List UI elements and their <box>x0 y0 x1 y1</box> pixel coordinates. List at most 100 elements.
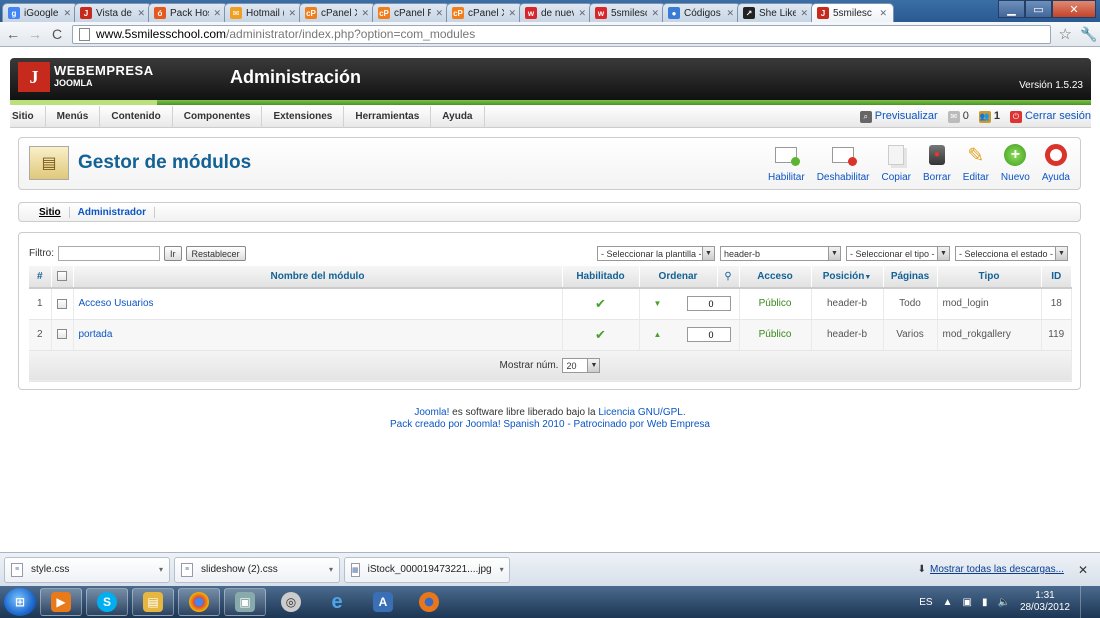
module-name-link[interactable]: Acceso Usuarios <box>73 288 563 320</box>
network-icon[interactable]: ▣ <box>963 597 972 608</box>
show-number-select[interactable]: 20 ▼ <box>562 358 601 373</box>
taskbar-circle-app[interactable]: ◎ <box>270 588 312 616</box>
tab-close-icon[interactable]: ✕ <box>578 8 586 19</box>
chevron-down-icon[interactable]: ▾ <box>329 565 333 574</box>
tray-expand-icon[interactable]: ▲ <box>943 597 953 608</box>
col-pages[interactable]: Páginas <box>883 266 938 289</box>
chevron-down-icon[interactable]: ▾ <box>500 565 504 574</box>
col-id[interactable]: ID <box>1041 266 1072 289</box>
language-indicator[interactable]: ES <box>919 597 932 608</box>
order-input[interactable]: 0 <box>686 327 731 342</box>
wrench-icon[interactable]: 🔧 <box>1080 26 1097 43</box>
menu-item-sitio[interactable]: Sitio <box>10 105 46 128</box>
tab-close-icon[interactable]: ✕ <box>361 8 369 19</box>
col-order[interactable]: Ordenar <box>639 266 718 289</box>
tab-close-icon[interactable]: ✕ <box>651 8 659 19</box>
start-button[interactable]: ⊞ <box>4 588 36 616</box>
preview-link[interactable]: ⌕ Previsualizar <box>859 110 938 123</box>
browser-tab[interactable]: ✉ Hotmail (✕ <box>224 3 303 22</box>
module-name-link[interactable]: portada <box>73 319 563 351</box>
toolbar-copiar-button[interactable]: Copiar <box>876 143 917 183</box>
menu-item-contenido[interactable]: Contenido <box>100 105 173 128</box>
tab-close-icon[interactable]: ✕ <box>435 8 443 19</box>
template-select[interactable]: - Seleccionar la plantilla - ▼ <box>597 246 715 261</box>
state-select[interactable]: - Selecciona el estado - ▼ <box>955 246 1068 261</box>
tab-close-icon[interactable]: ✕ <box>288 8 296 19</box>
close-shelf-icon[interactable]: ✕ <box>1078 563 1088 577</box>
tab-close-icon[interactable]: ✕ <box>137 8 145 19</box>
col-type[interactable]: Tipo <box>937 266 1042 289</box>
browser-tab[interactable]: g iGoogle ✕ <box>2 3 78 22</box>
col-access[interactable]: Acceso <box>739 266 812 289</box>
back-icon[interactable]: ← <box>6 26 20 42</box>
toolbar-borrar-button[interactable]: ● Borrar <box>917 143 957 183</box>
submenu-item-administrador[interactable]: Administrador <box>70 206 156 218</box>
browser-tab[interactable]: ó Pack Host ✕ <box>148 3 228 22</box>
tab-close-icon[interactable]: ✕ <box>800 8 808 19</box>
browser-tab[interactable]: ● Códigos c ✕ <box>662 3 741 22</box>
menu-item-componentes[interactable]: Componentes <box>173 105 263 128</box>
tab-close-icon[interactable]: ✕ <box>508 8 516 19</box>
browser-tab[interactable]: cP cPanel Fil ✕ <box>372 3 450 22</box>
taskbar-media-player[interactable]: ▶ <box>40 588 82 616</box>
tab-close-icon[interactable]: ✕ <box>213 8 221 19</box>
col-enabled[interactable]: Habilitado <box>562 266 640 289</box>
users-online[interactable]: 👥 1 <box>978 110 1000 123</box>
clock[interactable]: 1:31 28/03/2012 <box>1020 590 1070 614</box>
filter-input[interactable] <box>58 246 160 261</box>
order-down-icon[interactable]: ▼ <box>654 299 662 308</box>
taskbar-chrome[interactable] <box>178 588 220 616</box>
col-name[interactable]: Nombre del módulo <box>73 266 563 289</box>
check-all-checkbox[interactable] <box>57 271 67 282</box>
toolbar-deshabilitar-button[interactable]: Deshabilitar <box>811 143 876 183</box>
browser-tab[interactable]: ↗ She Likes ✕ <box>737 3 815 22</box>
logout-link[interactable]: ⏻ Cerrar sesión <box>1009 110 1091 123</box>
close-window-icon[interactable]: ✕ <box>1052 0 1096 18</box>
menu-item-menús[interactable]: Menús <box>46 105 101 128</box>
enabled-check-icon[interactable]: ✔ <box>595 327 606 342</box>
menu-item-extensiones[interactable]: Extensiones <box>262 105 345 128</box>
tab-close-icon[interactable]: ✕ <box>726 8 734 19</box>
download-item[interactable]: ≡ style.css ▾ <box>4 556 170 583</box>
submenu-item-sitio[interactable]: Sitio <box>31 206 70 218</box>
license-link[interactable]: Licencia GNU/GPL. <box>598 407 685 418</box>
download-item[interactable]: ▦ iStock_000019473221....jpg ▾ <box>344 556 510 583</box>
browser-tab[interactable]: w 5smilesc ✕ <box>589 3 666 22</box>
reset-button[interactable]: Restablecer <box>185 246 246 261</box>
access-link[interactable]: Público <box>739 319 812 351</box>
tab-close-icon[interactable]: ✕ <box>63 8 71 19</box>
type-select[interactable]: - Seleccionar el tipo - ▼ <box>846 246 950 261</box>
row-checkbox[interactable] <box>57 329 67 340</box>
maximize-icon[interactable]: ▭ <box>1025 0 1052 18</box>
toolbar-ayuda-button[interactable]: Ayuda <box>1036 143 1076 183</box>
address-bar[interactable]: www.5smilesschool.com/administrator/inde… <box>72 24 1051 44</box>
taskbar-ie[interactable]: e <box>316 588 358 616</box>
taskbar-filezilla[interactable]: A <box>362 588 404 616</box>
access-link[interactable]: Público <box>739 288 812 320</box>
show-all-downloads[interactable]: ⬇ Mostrar todas las descargas... <box>918 564 1064 575</box>
volume-icon[interactable]: 🔈 <box>997 597 1009 608</box>
order-input[interactable]: 0 <box>686 296 731 312</box>
position-select[interactable]: header-b ▼ <box>720 246 841 261</box>
credits-link[interactable]: Pack creado por Joomla! Spanish 2010 - P… <box>0 419 1100 431</box>
taskbar-firefox[interactable] <box>408 588 450 616</box>
row-checkbox[interactable] <box>57 298 67 309</box>
tab-close-icon[interactable]: ✕ <box>879 8 887 19</box>
forward-icon[interactable]: → <box>28 26 42 42</box>
messages-count[interactable]: ✉ 0 <box>947 110 969 123</box>
browser-tab[interactable]: J Vista de lo ✕ <box>74 3 152 22</box>
bookmark-star-icon[interactable]: ☆ <box>1059 25 1072 43</box>
minimize-icon[interactable]: ▁ <box>998 0 1025 18</box>
taskbar-explorer[interactable]: ▤ <box>132 588 174 616</box>
toolbar-habilitar-button[interactable]: Habilitar <box>762 143 811 183</box>
taskbar-app[interactable]: ▣ <box>224 588 266 616</box>
save-order-icon[interactable]: ⚲ <box>724 271 731 282</box>
reload-icon[interactable]: C <box>50 26 64 42</box>
menu-item-ayuda[interactable]: Ayuda <box>431 105 485 128</box>
col-position[interactable]: Posición▼ <box>811 266 884 289</box>
toolbar-editar-button[interactable]: ✎ Editar <box>957 143 995 184</box>
toolbar-nuevo-button[interactable]: + Nuevo <box>995 143 1036 183</box>
chevron-down-icon[interactable]: ▾ <box>159 565 163 574</box>
show-desktop-button[interactable] <box>1080 586 1092 618</box>
joomla-link[interactable]: Joomla! <box>414 407 449 418</box>
